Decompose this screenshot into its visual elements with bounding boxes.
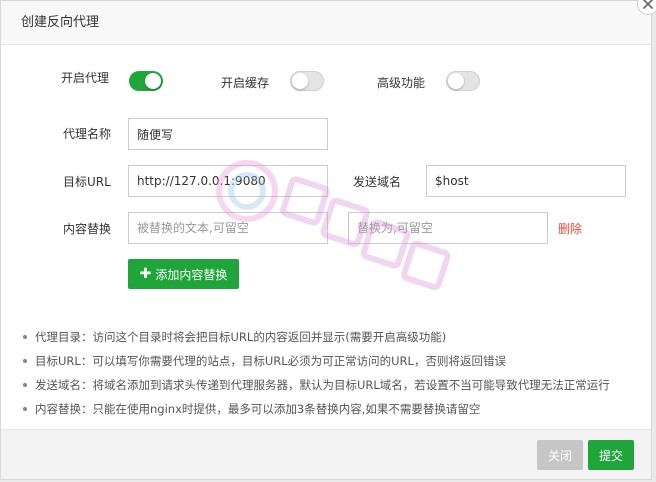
toggle-knob bbox=[448, 73, 464, 89]
enable-cache-toggle[interactable] bbox=[290, 71, 324, 91]
close-icon bbox=[643, 0, 653, 9]
dialog-title: 创建反向代理 bbox=[21, 15, 100, 30]
advanced-feature-toggle[interactable] bbox=[446, 71, 480, 91]
delete-replace-link[interactable]: 删除 bbox=[558, 221, 582, 237]
content-replace-label: 内容替换 bbox=[63, 222, 112, 236]
add-content-replace-button[interactable]: ✚ 添加内容替换 bbox=[128, 259, 239, 289]
plus-icon: ✚ bbox=[139, 266, 152, 282]
toggle-knob bbox=[292, 73, 308, 89]
dialog-header: 创建反向代理 bbox=[1, 1, 651, 45]
list-item: 发送域名：将域名添加到请求头传递到代理服务器，默认为目标URL域名，若设置不当可… bbox=[21, 373, 610, 397]
reverse-proxy-dialog: 创建反向代理 开启代理 开启缓存 高级功能 代理名称 目标URL 发送域名 内容… bbox=[0, 0, 656, 480]
list-item: 目标URL：可以填写你需要代理的站点，目标URL必须为可正常访问的URL，否则将… bbox=[21, 349, 610, 373]
enable-proxy-label: 开启代理 bbox=[61, 71, 110, 85]
advanced-feature-label: 高级功能 bbox=[377, 76, 426, 90]
target-url-input[interactable] bbox=[128, 165, 328, 197]
add-content-replace-label: 添加内容替换 bbox=[155, 267, 228, 282]
submit-button[interactable]: 提交 bbox=[588, 440, 634, 470]
list-item: 内容替换：只能在使用nginx时提供，最多可以添加3条替换内容,如果不需要替换请… bbox=[21, 397, 610, 421]
proxy-name-label: 代理名称 bbox=[63, 127, 112, 141]
help-notes-list: 代理目录：访问这个目录时将会把目标URL的内容返回并显示(需要开启高级功能) 目… bbox=[21, 325, 610, 421]
target-url-label: 目标URL bbox=[63, 175, 111, 189]
send-domain-label: 发送域名 bbox=[353, 175, 402, 189]
enable-cache-label: 开启缓存 bbox=[221, 76, 270, 90]
send-domain-input[interactable] bbox=[426, 165, 626, 197]
dialog-footer: 关闭 提交 bbox=[1, 429, 651, 479]
proxy-name-input[interactable] bbox=[128, 118, 328, 150]
toggle-knob bbox=[145, 73, 161, 89]
enable-proxy-toggle[interactable] bbox=[129, 71, 163, 91]
replace-to-input[interactable] bbox=[348, 212, 548, 244]
list-item: 代理目录：访问这个目录时将会把目标URL的内容返回并显示(需要开启高级功能) bbox=[21, 325, 610, 349]
close-button[interactable]: 关闭 bbox=[537, 440, 583, 470]
replace-from-input[interactable] bbox=[128, 212, 328, 244]
